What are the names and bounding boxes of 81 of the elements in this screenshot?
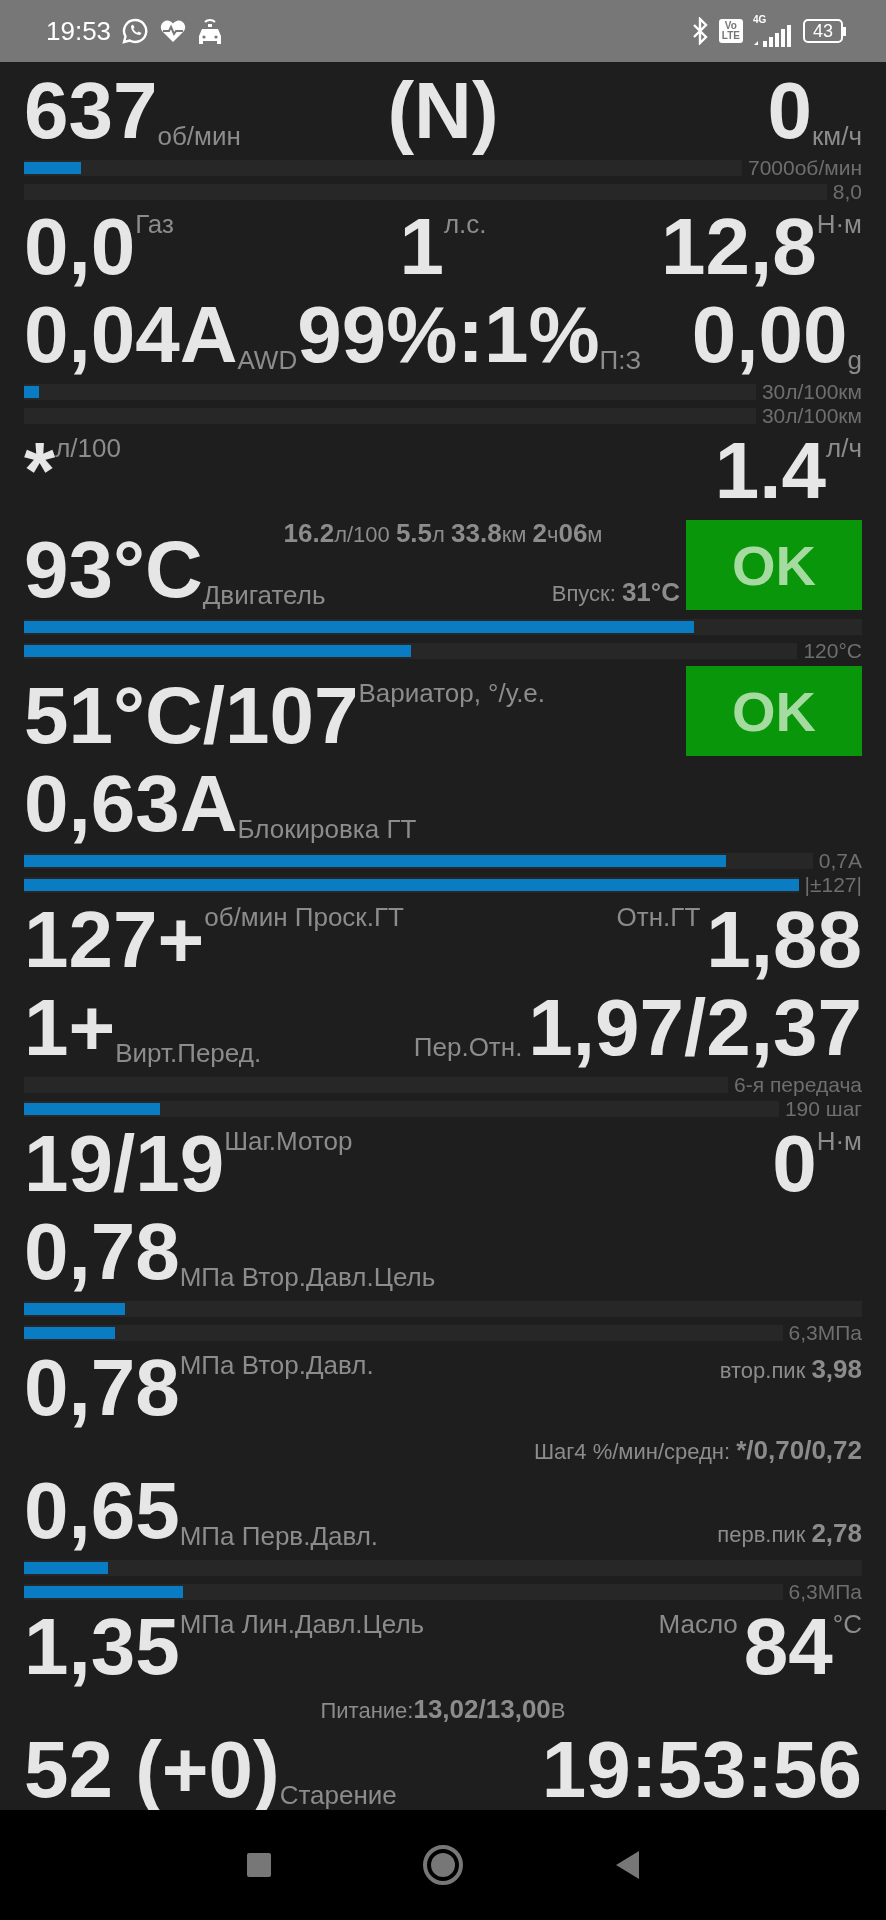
reading-value: 1,35 bbox=[24, 1607, 180, 1687]
unit-label: Вирт.Перед. bbox=[115, 1040, 262, 1066]
bar-caption: 6-я передача bbox=[734, 1073, 862, 1097]
unit-label: Газ bbox=[135, 211, 174, 237]
unit-label: МПа Втор.Давл. bbox=[179, 1352, 374, 1378]
back-icon[interactable] bbox=[614, 1850, 640, 1880]
reading-value: 1,97/2,37 bbox=[528, 988, 862, 1068]
bar-caption: 30л/100км bbox=[761, 404, 862, 428]
reading-value: 51°C/107 bbox=[24, 676, 359, 756]
reading-value: 12,8 bbox=[661, 207, 817, 287]
bar-caption: 7000об/мин bbox=[747, 156, 862, 180]
reading-note: втор.пик 3,98 bbox=[719, 1354, 862, 1386]
recents-icon[interactable] bbox=[246, 1852, 272, 1878]
bar-caption: 190 шаг bbox=[784, 1097, 862, 1121]
reading-value: * bbox=[24, 431, 56, 511]
unit-label: °C bbox=[832, 1611, 862, 1637]
reading-value: 637 bbox=[24, 71, 158, 151]
reading-value: 1+ bbox=[24, 988, 116, 1068]
unit-label: Н·м bbox=[816, 211, 862, 237]
unit-label: П:З bbox=[599, 347, 642, 373]
reading-value: 0,04A bbox=[24, 295, 238, 375]
unit-label: л.с. bbox=[443, 211, 487, 237]
unit-label: МПа Лин.Давл.Цель bbox=[179, 1611, 425, 1637]
trip-info: 16.2л/100 5.5л 33.8км 2ч06м bbox=[283, 518, 603, 549]
reading-note: перв.пик 2,78 bbox=[717, 1517, 862, 1549]
battery-icon: 43 bbox=[802, 19, 846, 43]
reading-value: 19/19 bbox=[24, 1124, 225, 1204]
reading-value: 1 bbox=[399, 207, 444, 287]
unit-label: Блокировка ГТ bbox=[237, 816, 417, 842]
reading-value: 0 bbox=[772, 1124, 817, 1204]
volte-icon: Vo LTE bbox=[718, 19, 743, 43]
unit-label: об/мин Проск.ГТ bbox=[204, 904, 404, 930]
reading-value: 52 (+0) bbox=[24, 1730, 280, 1810]
unit-label: об/мин bbox=[157, 123, 241, 149]
reading-value: 93°C bbox=[24, 530, 203, 610]
reading-note: Впуск: 31°C bbox=[551, 576, 680, 608]
heart-pulse-icon bbox=[159, 18, 188, 44]
car-icon bbox=[197, 16, 224, 46]
bar-caption: 8,0 bbox=[832, 180, 862, 204]
bar-caption: 120°C bbox=[803, 639, 862, 663]
unit-label: МПа Втор.Давл.Цель bbox=[179, 1264, 436, 1290]
status-time: 19:53 bbox=[46, 15, 112, 47]
unit-label: Н·м bbox=[816, 1128, 862, 1154]
reading-value: 0,78 bbox=[24, 1348, 180, 1428]
reading-value: 0,0 bbox=[24, 207, 136, 287]
unit-label: Шаг.Мотор bbox=[224, 1128, 353, 1154]
reading-value: 127+ bbox=[24, 900, 205, 980]
bar-caption: 6,3МПа bbox=[788, 1321, 862, 1345]
unit-label: Старение bbox=[279, 1782, 397, 1808]
unit-label: AWD bbox=[237, 347, 298, 373]
unit-label: л/ч bbox=[826, 435, 862, 461]
unit-label: км/ч bbox=[811, 123, 862, 149]
reading-value: 1,88 bbox=[706, 900, 862, 980]
status-badge: OK bbox=[686, 520, 862, 610]
bar-caption: |±127| bbox=[804, 873, 862, 897]
bar-caption: 6,3МПа bbox=[788, 1580, 862, 1604]
reading-value: 0,00 bbox=[691, 295, 848, 375]
reading-value: 0,63A bbox=[24, 764, 238, 844]
unit-label: Вариатор, °/у.е. bbox=[358, 680, 546, 706]
pressure-stats: Шаг4 %/мин/средн: */0,70/0,72 bbox=[533, 1435, 862, 1466]
trip-info: Питание:13,02/13,00В bbox=[320, 1694, 566, 1725]
unit-label: МПа Перв.Давл. bbox=[179, 1523, 379, 1549]
reading-label: Отн.ГТ bbox=[616, 904, 701, 930]
reading-label: Пер.Отн. bbox=[413, 1034, 523, 1060]
unit-label: g bbox=[847, 347, 862, 373]
reading-value: 99%:1% bbox=[297, 295, 600, 375]
bar-caption: 0,7A bbox=[818, 849, 862, 873]
reading-value: 1.4 bbox=[714, 431, 827, 511]
bluetooth-icon bbox=[690, 17, 709, 45]
unit-label: Двигатель bbox=[202, 582, 326, 608]
unit-label: л/100 bbox=[55, 435, 121, 461]
reading-value: 0,78 bbox=[24, 1212, 180, 1292]
reading-value: 0,65 bbox=[24, 1471, 180, 1551]
reading-value: 84 bbox=[743, 1607, 833, 1687]
reading-value: 19:53:56 bbox=[541, 1730, 862, 1810]
chat-icon bbox=[121, 17, 150, 45]
bar-caption: 30л/100км bbox=[761, 380, 862, 404]
status-badge: OK bbox=[686, 666, 862, 756]
home-icon[interactable] bbox=[422, 1844, 464, 1886]
reading-value: 0 bbox=[767, 71, 812, 151]
reading-label: Масло bbox=[658, 1611, 738, 1637]
